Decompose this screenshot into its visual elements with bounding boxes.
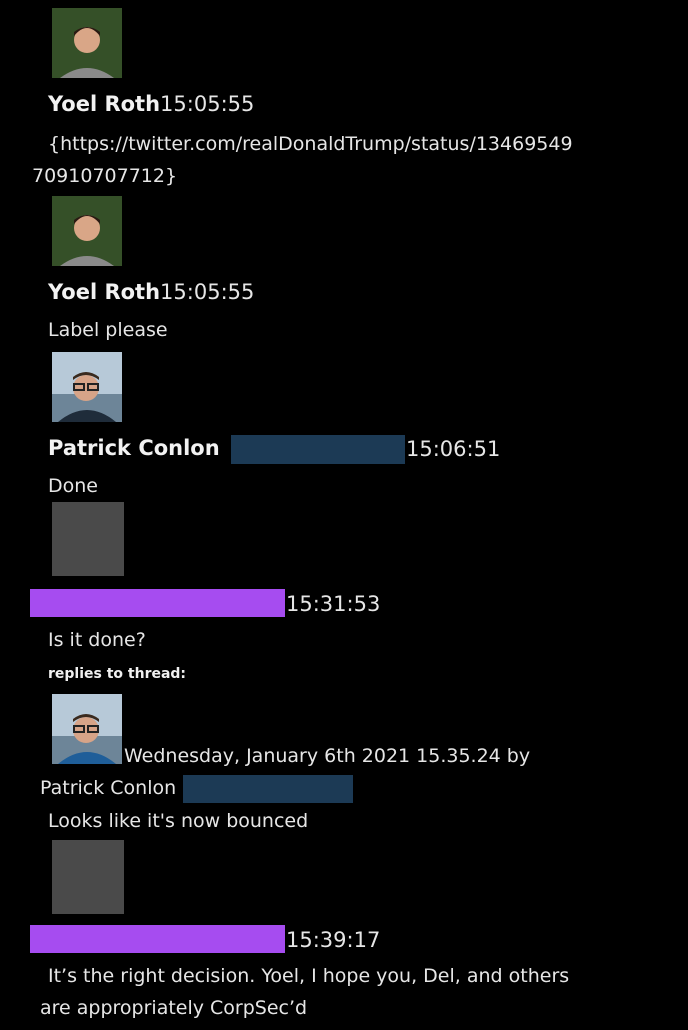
timestamp: 15:05:55 — [160, 92, 255, 116]
redaction-bar — [30, 925, 285, 953]
timestamp: 15:39:17 — [286, 928, 381, 952]
avatar-placeholder — [52, 502, 124, 576]
message-text: Looks like it's now bounced — [48, 810, 309, 832]
author-name[interactable]: Yoel Roth — [48, 92, 160, 116]
thread-label: replies to thread: — [48, 666, 187, 682]
timestamp: 15:05:55 — [160, 280, 255, 304]
avatar-placeholder — [52, 840, 124, 914]
message-header: Yoel Roth15:05:55 — [48, 280, 254, 304]
message-header: Yoel Roth15:05:55 — [48, 92, 254, 116]
avatar-yoel-roth — [52, 8, 122, 78]
author-name[interactable]: Patrick Conlon — [48, 436, 220, 460]
thread-meta: Wednesday, January 6th 2021 15.35.24 by — [124, 745, 531, 767]
message-text: {https://twitter.com/realDonaldTrump/sta… — [48, 133, 573, 155]
timestamp: 15:06:51 — [406, 437, 501, 461]
thread-author[interactable]: Patrick Conlon — [40, 776, 176, 800]
avatar-patrick-conlon — [52, 694, 122, 764]
message-text: Is it done? — [48, 629, 146, 651]
avatar-patrick-conlon — [52, 352, 122, 422]
redaction-bar — [183, 775, 353, 803]
timestamp: 15:31:53 — [286, 592, 381, 616]
avatar-yoel-roth — [52, 196, 122, 266]
message-text: Done — [48, 475, 98, 497]
message-text-continued: 70910707712} — [32, 165, 178, 187]
author-name[interactable]: Yoel Roth — [48, 280, 160, 304]
message-text: It’s the right decision. Yoel, I hope yo… — [48, 965, 570, 987]
redaction-bar — [30, 589, 285, 617]
message-text: Label please — [48, 319, 168, 341]
message-text-continued: are appropriately CorpSec’d — [40, 997, 308, 1019]
message-header: Patrick Conlon — [48, 436, 220, 460]
redaction-bar — [231, 435, 405, 464]
